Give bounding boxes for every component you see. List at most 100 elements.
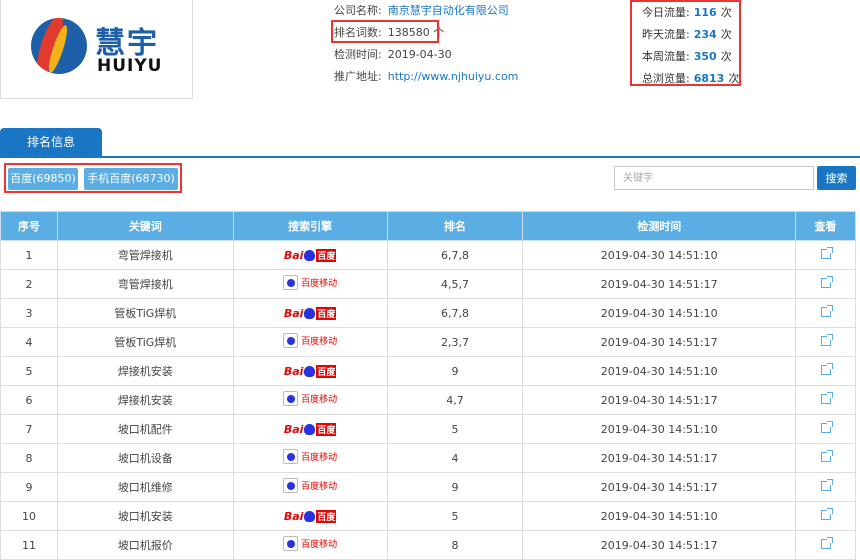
promo-url-row: 推广地址: http://www.njhuiyu.com <box>334 66 518 88</box>
cell-view <box>795 443 856 473</box>
keyword-count-highlight <box>331 20 439 43</box>
external-link-icon[interactable] <box>820 536 833 549</box>
table-row: 6 焊接机安装 百度移动 4,7 2019-04-30 14:51:17 <box>0 385 856 415</box>
cell-time: 2019-04-30 14:51:10 <box>522 298 797 328</box>
cell-rank: 4,5,7 <box>386 269 524 299</box>
cell-view <box>795 240 856 270</box>
baidu-logo-icon: Bai 百度 <box>283 306 337 320</box>
company-name-link[interactable]: 南京慧宇自动化有限公司 <box>388 4 509 17</box>
cell-seq: 1 <box>0 240 58 270</box>
promo-url-label: 推广地址: <box>334 70 382 83</box>
company-info: 公司名称: 南京慧宇自动化有限公司 排名词数: 138580 个 检测时间: 2019… <box>334 0 518 88</box>
check-date-value: 2019-04-30 <box>387 48 452 61</box>
cell-engine: Bai 百度 <box>232 356 388 386</box>
table-header-row: 序号 关键词 搜索引擎 排名 检测时间 查看 <box>0 211 856 241</box>
external-link-icon[interactable] <box>820 362 833 375</box>
filter-baidu-mobile-button[interactable]: 手机百度(68730) <box>84 168 178 190</box>
external-link-icon[interactable] <box>820 275 833 288</box>
baidu-mobile-logo-icon: 百度移动 <box>283 333 337 348</box>
cell-engine: 百度移动 <box>232 530 388 560</box>
cell-keyword: 管板TiG焊机 <box>56 327 234 357</box>
cell-rank: 9 <box>386 472 524 502</box>
company-name-label: 公司名称: <box>334 4 382 17</box>
cell-rank: 6,7,8 <box>386 240 524 270</box>
stat-unit: 次 <box>720 28 732 41</box>
cell-seq: 10 <box>0 501 58 531</box>
promo-url-link[interactable]: http://www.njhuiyu.com <box>388 70 519 83</box>
tab-ranking-info[interactable]: 排名信息 <box>0 128 102 157</box>
external-link-icon[interactable] <box>820 420 833 433</box>
external-link-icon[interactable] <box>820 507 833 520</box>
external-link-icon[interactable] <box>820 391 833 404</box>
stat-unit: 次 <box>728 72 740 85</box>
cell-view <box>795 501 856 531</box>
cell-view <box>795 269 856 299</box>
external-link-icon[interactable] <box>820 246 833 259</box>
cell-view <box>795 356 856 386</box>
cell-engine: 百度移动 <box>232 472 388 502</box>
check-date-label: 检测时间: <box>334 48 382 61</box>
stat-today: 今日流量: 116 次 <box>632 2 739 24</box>
table-row: 8 坡口机设备 百度移动 4 2019-04-30 14:51:17 <box>0 443 856 473</box>
company-logo: 慧宇 HUIYU <box>0 0 193 99</box>
cell-time: 2019-04-30 14:51:17 <box>522 269 797 299</box>
table-row: 5 焊接机安装 Bai 百度 9 2019-04-30 14:51:10 <box>0 356 856 386</box>
cell-rank: 6,7,8 <box>386 298 524 328</box>
cell-time: 2019-04-30 14:51:17 <box>522 385 797 415</box>
table-row: 1 弯管焊接机 Bai 百度 6,7,8 2019-04-30 14:51:10 <box>0 240 856 270</box>
external-link-icon[interactable] <box>820 478 833 491</box>
cell-seq: 4 <box>0 327 58 357</box>
traffic-stats: 今日流量: 116 次 昨天流量: 234 次 本周流量: 350 次 总浏览量: 6813 次 <box>630 0 741 86</box>
cell-keyword: 焊接机安装 <box>56 385 234 415</box>
cell-view <box>795 472 856 502</box>
logo-text-en: HUIYU <box>97 56 163 76</box>
baidu-mobile-logo-icon: 百度移动 <box>283 478 337 493</box>
tab-bar: 排名信息 <box>0 128 860 158</box>
stat-label: 今日流量: <box>642 6 690 19</box>
keyword-search-input[interactable] <box>614 166 814 190</box>
cell-keyword: 弯管焊接机 <box>56 269 234 299</box>
baidu-logo-icon: Bai 百度 <box>283 248 337 262</box>
cell-time: 2019-04-30 14:51:17 <box>522 443 797 473</box>
baidu-mobile-logo-icon: 百度移动 <box>283 449 337 464</box>
cell-engine: Bai 百度 <box>232 240 388 270</box>
cell-seq: 2 <box>0 269 58 299</box>
stat-total: 总浏览量: 6813 次 <box>632 68 739 90</box>
baidu-logo-icon: Bai 百度 <box>283 422 337 436</box>
baidu-logo-icon: Bai 百度 <box>283 364 337 378</box>
cell-keyword: 坡口机配件 <box>56 414 234 444</box>
external-link-icon[interactable] <box>820 304 833 317</box>
cell-seq: 5 <box>0 356 58 386</box>
col-header-time: 检测时间 <box>522 211 797 241</box>
cell-time: 2019-04-30 14:51:17 <box>522 530 797 560</box>
col-header-seq: 序号 <box>0 211 58 241</box>
stat-value: 116 <box>693 6 717 19</box>
stat-unit: 次 <box>720 6 732 19</box>
cell-time: 2019-04-30 14:51:10 <box>522 414 797 444</box>
cell-seq: 7 <box>0 414 58 444</box>
cell-engine: Bai 百度 <box>232 298 388 328</box>
cell-keyword: 坡口机设备 <box>56 443 234 473</box>
external-link-icon[interactable] <box>820 449 833 462</box>
engine-filter-group: 百度(69850) 手机百度(68730) <box>4 163 182 193</box>
table-body: 1 弯管焊接机 Bai 百度 6,7,8 2019-04-30 14:51:10 2 弯管焊接… <box>0 240 856 560</box>
cell-keyword: 弯管焊接机 <box>56 240 234 270</box>
cell-engine: 百度移动 <box>232 385 388 415</box>
cell-rank: 2,3,7 <box>386 327 524 357</box>
cell-view <box>795 298 856 328</box>
table-row: 3 管板TiG焊机 Bai 百度 6,7,8 2019-04-30 14:51:10 <box>0 298 856 328</box>
company-name-row: 公司名称: 南京慧宇自动化有限公司 <box>334 0 518 22</box>
cell-seq: 9 <box>0 472 58 502</box>
logo-emblem-icon <box>31 18 87 74</box>
filter-baidu-button[interactable]: 百度(69850) <box>8 168 78 190</box>
cell-time: 2019-04-30 14:51:17 <box>522 472 797 502</box>
table-row: 4 管板TiG焊机 百度移动 2,3,7 2019-04-30 14:51:17 <box>0 327 856 357</box>
cell-keyword: 焊接机安装 <box>56 356 234 386</box>
table-row: 11 坡口机报价 百度移动 8 2019-04-30 14:51:17 <box>0 530 856 560</box>
baidu-logo-icon: Bai 百度 <box>283 509 337 523</box>
external-link-icon[interactable] <box>820 333 833 346</box>
stat-value: 234 <box>693 28 717 41</box>
search-button[interactable]: 搜索 <box>817 166 856 190</box>
cell-keyword: 坡口机安装 <box>56 501 234 531</box>
cell-rank: 4,7 <box>386 385 524 415</box>
